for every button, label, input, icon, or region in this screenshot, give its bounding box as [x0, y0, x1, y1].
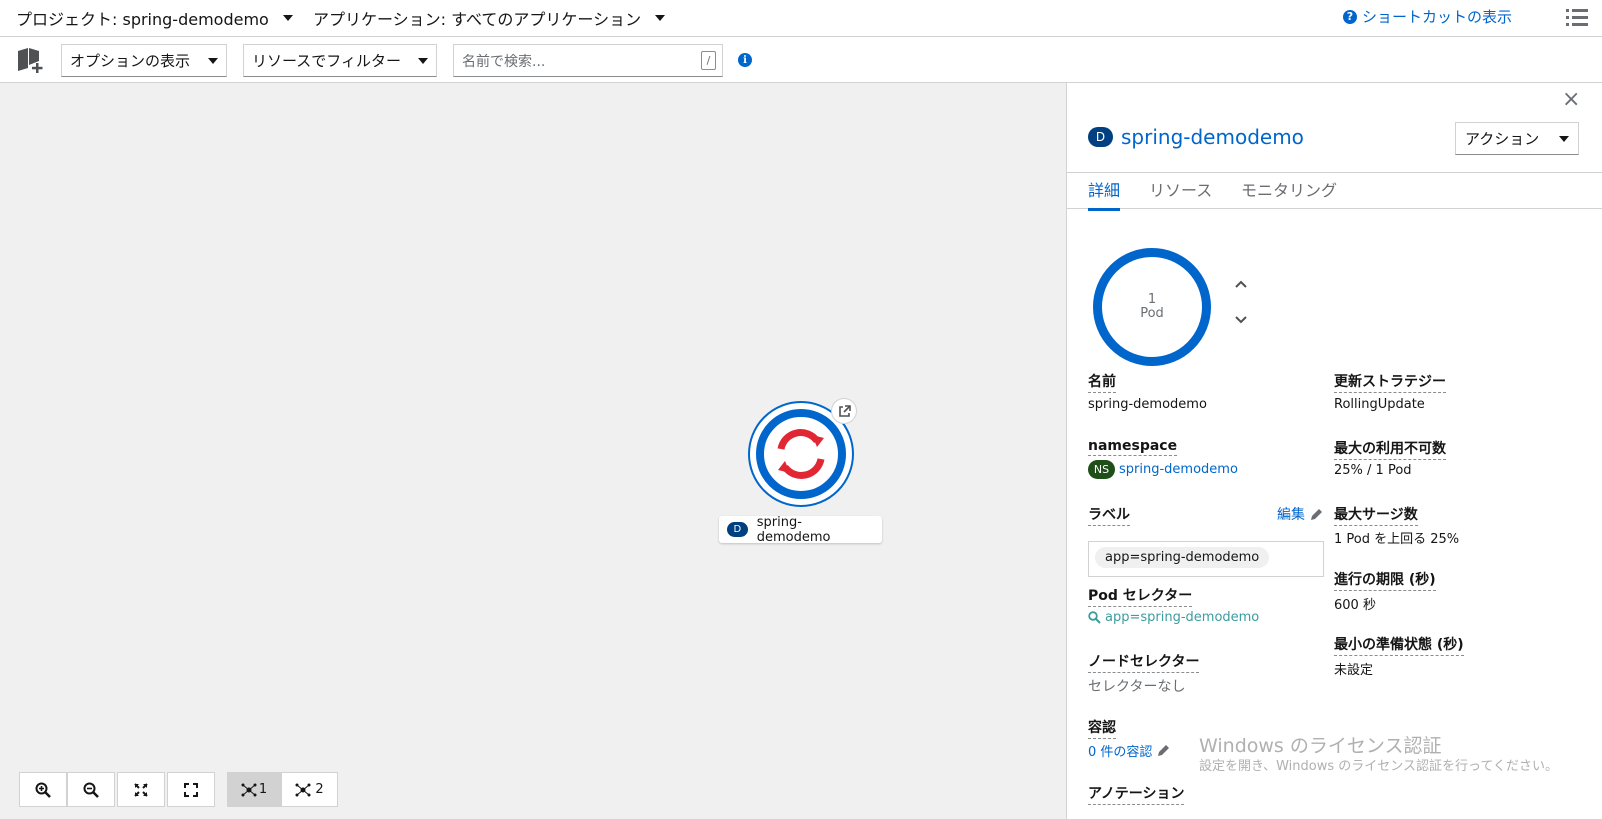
- namespace-value: NS spring-demodemo: [1088, 460, 1238, 479]
- search-icon: [1088, 611, 1101, 624]
- pod-selector-label: Pod セレクター: [1088, 585, 1193, 607]
- max-unavailable-label: 最大の利用不可数: [1334, 438, 1446, 460]
- filter-by-resource-dropdown[interactable]: リソースでフィルター: [243, 44, 437, 77]
- pod-count: 1: [1147, 292, 1157, 307]
- shortcuts-label: ショートカットの表示: [1362, 8, 1513, 26]
- display-options-dropdown[interactable]: オプションの表示: [61, 44, 227, 77]
- external-link-icon: [838, 404, 851, 417]
- namespace-badge: NS: [1088, 460, 1115, 479]
- workload-node-name: spring-demodemo: [756, 514, 831, 545]
- tab-resources[interactable]: リソース: [1149, 177, 1212, 208]
- update-strategy-value: RollingUpdate: [1334, 397, 1425, 412]
- progress-deadline-value: 600 秒: [1334, 598, 1376, 613]
- pod-donut-chart: 1 Pod: [1093, 248, 1211, 366]
- filter-by-resource-label: リソースでフィルター: [252, 52, 401, 70]
- topology-layout-icon: [241, 783, 257, 796]
- tab-monitoring[interactable]: モニタリング: [1241, 177, 1337, 208]
- application-selector-label: アプリケーション: すべてのアプリケーション: [313, 10, 642, 29]
- name-value: spring-demodemo: [1088, 397, 1207, 412]
- question-circle-icon: ?: [1343, 9, 1357, 24]
- workload-node-label[interactable]: D spring-demodemo: [719, 514, 882, 545]
- node-selector-value: セレクターなし: [1088, 679, 1186, 695]
- pencil-icon: [1158, 745, 1170, 756]
- quick-search-book-icon[interactable]: [16, 48, 46, 74]
- layout-1-label: 1: [258, 782, 268, 797]
- display-options-label: オプションの表示: [70, 52, 191, 70]
- zoom-out-icon: [83, 782, 99, 798]
- scale-up-chevron-icon[interactable]: [1233, 276, 1249, 292]
- tolerations-value: 0 件の容認: [1088, 745, 1153, 760]
- max-surge-label: 最大サージ数: [1334, 504, 1418, 526]
- actions-dropdown[interactable]: アクション: [1455, 122, 1579, 155]
- topology-toolbar: オプションの表示 リソースでフィルター 名前で検索... / i: [0, 37, 1602, 83]
- project-selector-label: プロジェクト: spring-demodemo: [16, 10, 269, 29]
- label-chip[interactable]: app=spring-demodemo: [1095, 547, 1270, 568]
- layout-2-label: 2: [315, 782, 324, 797]
- actions-label: アクション: [1465, 130, 1540, 148]
- application-selector[interactable]: アプリケーション: すべてのアプリケーション: [313, 6, 666, 30]
- min-ready-value: 未設定: [1334, 663, 1374, 678]
- progress-deadline-label: 進行の期限 (秒): [1334, 569, 1436, 591]
- caret-down-icon: [208, 57, 218, 64]
- tab-details[interactable]: 詳細: [1088, 177, 1121, 211]
- search-shortcut-hint: /: [701, 51, 716, 70]
- zoom-out-button[interactable]: [67, 772, 115, 807]
- labels-box: app=spring-demodemo: [1088, 541, 1324, 577]
- labels-label: ラベル: [1088, 504, 1130, 526]
- pod-unit: Pod: [1140, 306, 1164, 321]
- labels-edit-label: 編集: [1277, 507, 1305, 523]
- name-label: 名前: [1088, 371, 1116, 393]
- scale-down-chevron-icon[interactable]: [1233, 312, 1249, 328]
- caret-down-icon: [655, 15, 666, 21]
- topology-layout-icon: [295, 783, 311, 796]
- windows-activation-subtitle: 設定を開き、Windows のライセンス認証を行ってください。: [1199, 759, 1558, 774]
- labels-edit-button[interactable]: 編集: [1277, 504, 1323, 524]
- close-icon[interactable]: ×: [1562, 89, 1580, 111]
- max-surge-value: 1 Pod を上回る 25%: [1334, 532, 1460, 547]
- reset-view-button[interactable]: [167, 772, 215, 807]
- min-ready-label: 最小の準備状態 (秒): [1334, 634, 1464, 656]
- details-panel: × D spring-demodemo アクション 詳細 リソース モニタリング…: [1066, 83, 1602, 819]
- fit-to-screen-button[interactable]: [117, 772, 165, 807]
- list-view-icon[interactable]: [1566, 8, 1588, 28]
- openshift-logo-icon: [777, 429, 825, 479]
- caret-down-icon: [418, 57, 428, 64]
- fullscreen-icon: [184, 782, 198, 797]
- deployment-badge: D: [1088, 127, 1113, 147]
- namespace-link[interactable]: spring-demodemo: [1119, 462, 1238, 477]
- layout-1-button[interactable]: 1: [227, 772, 281, 807]
- pod-selector-value: app=spring-demodemo: [1105, 610, 1260, 625]
- windows-activation-title: Windows のライセンス認証: [1199, 735, 1442, 757]
- layout-2-button[interactable]: 2: [281, 772, 338, 807]
- caret-down-icon: [282, 15, 293, 21]
- node-selector-label: ノードセレクター: [1088, 651, 1200, 673]
- search-placeholder: 名前で検索...: [462, 53, 546, 70]
- search-input[interactable]: 名前で検索... /: [453, 44, 723, 77]
- info-circle-icon[interactable]: i: [738, 53, 752, 67]
- deployment-badge: D: [727, 522, 748, 537]
- context-bar: プロジェクト: spring-demodemo アプリケーション: すべてのアプ…: [0, 0, 1602, 37]
- open-url-button[interactable]: [831, 398, 857, 424]
- pod-ring: [756, 409, 846, 499]
- topology-canvas[interactable]: [0, 83, 1066, 819]
- tolerations-link[interactable]: 0 件の容認: [1088, 741, 1170, 760]
- caret-down-icon: [1559, 135, 1569, 142]
- panel-title: D spring-demodemo: [1088, 125, 1304, 149]
- zoom-in-button[interactable]: [19, 772, 67, 807]
- project-selector[interactable]: プロジェクト: spring-demodemo: [16, 6, 293, 30]
- annotations-label: アノテーション: [1088, 783, 1185, 805]
- shortcuts-link[interactable]: ? ショートカットの表示: [1343, 6, 1512, 27]
- update-strategy-label: 更新ストラテジー: [1334, 371, 1446, 393]
- pencil-icon: [1311, 508, 1322, 520]
- panel-tabs: 詳細 リソース モニタリング: [1067, 172, 1602, 211]
- panel-title-link[interactable]: spring-demodemo: [1121, 125, 1304, 149]
- max-unavailable-value: 25% / 1 Pod: [1334, 463, 1412, 478]
- namespace-label: namespace: [1088, 438, 1178, 456]
- zoom-in-icon: [35, 782, 51, 798]
- tolerations-label: 容認: [1088, 717, 1116, 739]
- pod-selector-link[interactable]: app=spring-demodemo: [1088, 610, 1259, 625]
- expand-arrows-icon: [134, 782, 148, 797]
